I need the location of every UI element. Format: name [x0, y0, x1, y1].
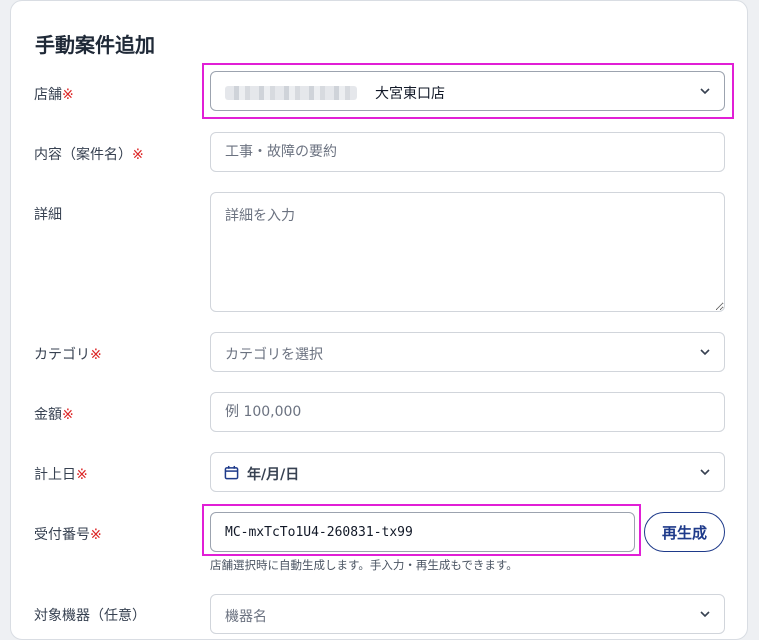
- date-label: 計上日※: [34, 467, 88, 483]
- detail-label: 詳細: [34, 207, 62, 223]
- content-label: 内容（案件名）※: [34, 147, 144, 163]
- content-input[interactable]: [210, 132, 725, 172]
- date-input[interactable]: 年/月/日: [210, 452, 725, 492]
- amount-label: 金額※: [34, 407, 74, 423]
- store-label: 店舗※: [34, 87, 74, 103]
- category-select[interactable]: カテゴリを選択: [210, 332, 725, 372]
- equipment-select[interactable]: 機器名: [210, 594, 725, 634]
- equipment-label: 対象機器（任意）: [34, 608, 146, 624]
- receipt-label: 受付番号※: [34, 527, 102, 543]
- receipt-help-text: 店舗選択時に自動生成します。手入力・再生成もできます。: [210, 558, 518, 572]
- manual-case-form: 手動案件追加 店舗※ 大宮東口店 内容（案件名）※ 詳細 カテゴリ※ カテゴリを…: [10, 0, 748, 640]
- chevron-down-icon: [700, 88, 710, 95]
- store-select[interactable]: 大宮東口店: [210, 71, 725, 111]
- form-title: 手動案件追加: [35, 33, 155, 57]
- regenerate-button[interactable]: 再生成: [644, 512, 725, 552]
- detail-textarea[interactable]: [210, 192, 725, 312]
- calendar-icon: [224, 465, 239, 480]
- required-mark: ※: [62, 87, 74, 103]
- redacted-text: [225, 86, 357, 100]
- category-label: カテゴリ※: [34, 347, 102, 363]
- chevron-down-icon: [700, 349, 710, 356]
- receipt-number-input[interactable]: MC-mxTcTo1U4-260831-tx99: [210, 512, 635, 552]
- chevron-down-icon: [700, 469, 710, 476]
- amount-input[interactable]: [210, 392, 725, 432]
